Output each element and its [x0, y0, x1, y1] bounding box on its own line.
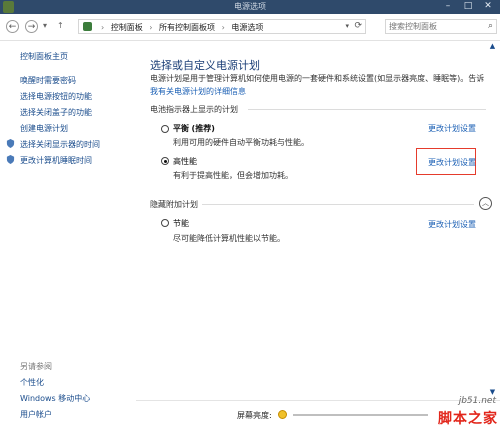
plan-high-performance-desc: 有利于提高性能，但会增加功耗。: [173, 171, 293, 180]
scrollbar[interactable]: ▲ ▼: [487, 40, 498, 400]
plan-power-saver-radio[interactable]: [161, 219, 169, 227]
sidebar-item-wake-password[interactable]: 唤醒时需要密码: [20, 75, 76, 86]
see-also-label: 另请参阅: [20, 362, 52, 371]
watermark-logo: 脚本之家: [438, 411, 498, 427]
search-input[interactable]: [389, 21, 479, 32]
plan-power-saver-desc: 尽可能降低计算机性能以节能。: [173, 234, 285, 243]
refresh-icon[interactable]: ⟳: [354, 21, 362, 31]
change-plan-settings-high-performance[interactable]: 更改计划设置: [428, 157, 476, 168]
plan-balanced-desc: 利用可用的硬件自动平衡功耗与性能。: [173, 138, 309, 147]
plan-power-saver-name[interactable]: 节能: [173, 218, 189, 229]
power-plan-info-link[interactable]: 我有关电源计划的详细信息: [150, 86, 246, 97]
sidebar-item-create-plan[interactable]: 创建电源计划: [20, 123, 68, 134]
change-plan-settings-balanced[interactable]: 更改计划设置: [428, 123, 476, 134]
up-icon[interactable]: ↑: [57, 21, 64, 30]
breadcrumb-item[interactable]: 电源选项: [231, 23, 263, 32]
recent-pages-icon[interactable]: ▾: [43, 21, 47, 30]
brightness-label: 屏幕亮度:: [237, 411, 272, 420]
sun-icon: [278, 410, 287, 419]
plan-name-label: 平衡: [173, 124, 189, 133]
back-icon[interactable]: ←: [6, 20, 19, 33]
sidebar-item-lid-close[interactable]: 选择关闭盖子的功能: [20, 107, 92, 118]
sidebar-item-power-button[interactable]: 选择电源按钮的功能: [20, 91, 92, 102]
section-divider: [248, 109, 486, 110]
window-title: 电源选项: [234, 2, 266, 11]
watermark: jb51.net 脚本之家: [418, 394, 500, 434]
breadcrumb: › 控制面板 › 所有控制面板项 › 电源选项: [97, 22, 263, 33]
battery-section-title: 电池指示器上显示的计划: [150, 105, 238, 114]
breadcrumb-separator: ›: [221, 23, 225, 32]
section-divider: [202, 204, 474, 205]
close-icon[interactable]: ✕: [478, 0, 498, 14]
shield-icon: [6, 139, 15, 148]
plan-balanced-name[interactable]: 平衡 (推荐): [173, 123, 215, 134]
see-also-mobility-center[interactable]: Windows 移动中心: [20, 393, 90, 404]
control-panel-icon: [83, 22, 92, 31]
breadcrumb-separator: ›: [149, 23, 153, 32]
sidebar-item-display-off[interactable]: 选择关闭显示器的时间: [20, 139, 100, 150]
address-row: ← → ▾ ↑ › 控制面板 › 所有控制面板项 › 电源选项 ▾ ⟳ ⌕: [0, 14, 500, 41]
breadcrumb-item[interactable]: 所有控制面板项: [159, 23, 215, 32]
change-plan-settings-power-saver[interactable]: 更改计划设置: [428, 219, 476, 230]
hidden-plans-section-title[interactable]: 隐藏附加计划: [150, 199, 198, 210]
title-bar: 电源选项 – □ ✕: [0, 0, 500, 14]
maximize-icon[interactable]: □: [458, 0, 478, 14]
see-also-personalization[interactable]: 个性化: [20, 377, 44, 388]
plan-high-performance-radio[interactable]: [161, 157, 169, 165]
breadcrumb-item[interactable]: 控制面板: [111, 23, 143, 32]
scroll-up-icon[interactable]: ▲: [487, 42, 498, 50]
breadcrumb-separator: ›: [101, 23, 105, 32]
brightness-slider[interactable]: [293, 414, 428, 416]
chevron-down-icon[interactable]: ▾: [345, 22, 349, 30]
sidebar-item-sleep-time[interactable]: 更改计算机睡眠时间: [20, 155, 92, 166]
shield-icon: [6, 155, 15, 164]
plan-high-performance-name[interactable]: 高性能: [173, 156, 197, 167]
search-box[interactable]: ⌕: [385, 19, 497, 34]
search-icon[interactable]: ⌕: [488, 21, 493, 31]
sidebar-home-link[interactable]: 控制面板主页: [20, 51, 68, 62]
watermark-url: jb51.net: [458, 396, 496, 406]
address-bar[interactable]: › 控制面板 › 所有控制面板项 › 电源选项 ▾ ⟳: [78, 19, 366, 34]
forward-icon[interactable]: →: [25, 20, 38, 33]
plan-balanced-radio[interactable]: [161, 125, 169, 133]
see-also-user-accounts[interactable]: 用户帐户: [20, 409, 52, 420]
minimize-icon[interactable]: –: [438, 0, 458, 14]
plan-recommended-label: (推荐): [191, 124, 215, 133]
page-title: 选择或自定义电源计划: [150, 59, 260, 72]
intro-text: 电源计划是用于管理计算机如何使用电源的一套硬件和系统设置(如显示器亮度、睡眠等)…: [150, 74, 485, 83]
